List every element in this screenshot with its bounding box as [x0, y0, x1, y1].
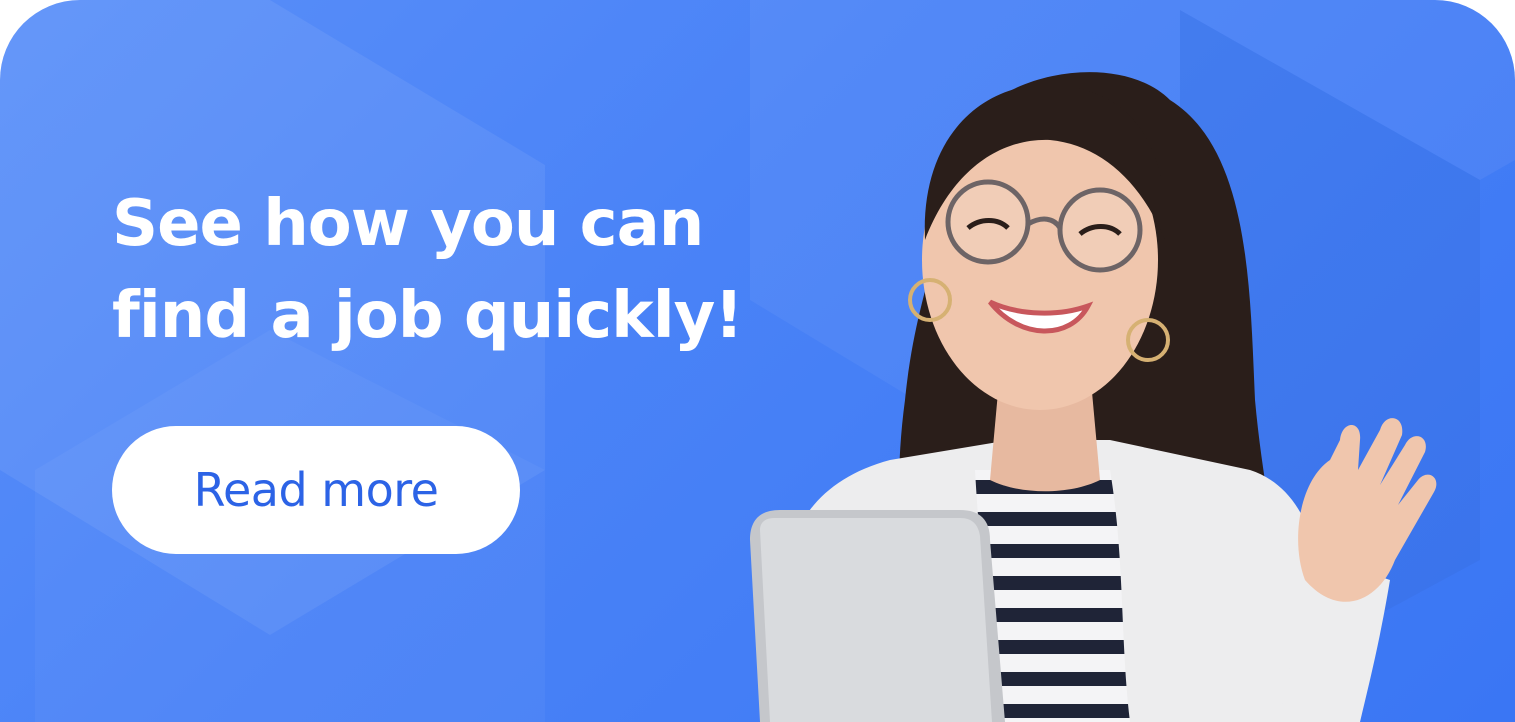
- headline-line-2: find a job quickly!: [112, 279, 744, 353]
- promo-banner: See how you can find a job quickly! Read…: [0, 0, 1515, 722]
- woman-waving-photo: [750, 72, 1437, 722]
- read-more-button[interactable]: Read more: [112, 426, 520, 554]
- headline-line-1: See how you can: [112, 187, 704, 261]
